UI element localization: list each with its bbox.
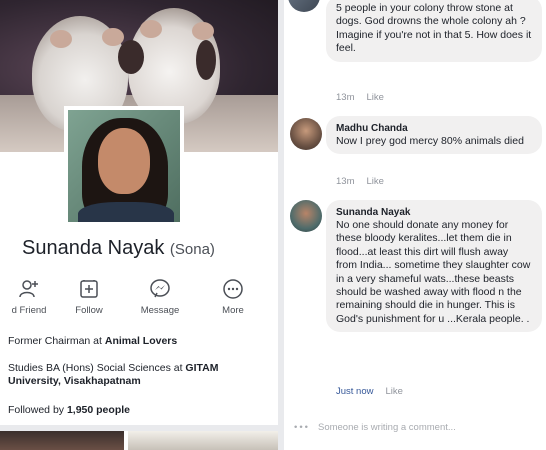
pig-ear xyxy=(102,28,124,46)
more-button[interactable]: More xyxy=(198,278,268,316)
comment-meta: Just now Like xyxy=(336,386,403,397)
message-label: Message xyxy=(140,305,180,316)
about-education-prefix: Studies BA (Hons) Social Sciences at xyxy=(8,362,186,374)
profile-panel: Sunanda Nayak (Sona) d Friend Follow Mes… xyxy=(0,0,278,450)
about-education: Studies BA (Hons) Social Sciences at GIT… xyxy=(8,362,270,388)
comment-time[interactable]: 13m xyxy=(336,92,354,103)
pig-ear xyxy=(192,22,214,40)
avatar-shirt xyxy=(78,202,174,222)
messenger-icon xyxy=(149,278,171,300)
comment-text: No one should donate any money for these… xyxy=(336,219,531,325)
comment-bubble: 5 people in your colony throw stone at d… xyxy=(326,0,542,62)
comment-bubble: Madhu Chanda Now I prey god mercy 80% an… xyxy=(326,116,542,155)
follow-label: Follow xyxy=(75,305,103,316)
commenter-name[interactable]: Sunanda Nayak xyxy=(336,206,532,219)
pig-ear xyxy=(50,30,72,48)
comment-like-link[interactable]: Like xyxy=(386,386,403,397)
comment-time[interactable]: Just now xyxy=(336,386,374,397)
comment-text: 5 people in your colony throw stone at d… xyxy=(336,2,532,55)
pig-dark-patch xyxy=(118,40,144,74)
follow-button[interactable]: Follow xyxy=(54,278,124,316)
commenter-avatar[interactable] xyxy=(288,0,320,12)
comment-like-link[interactable]: Like xyxy=(366,176,383,187)
message-button[interactable]: Message xyxy=(125,278,195,316)
pig-dark-patch xyxy=(196,40,216,80)
profile-name-text: Sunanda Nayak xyxy=(22,237,165,259)
more-icon xyxy=(222,278,244,300)
commenter-avatar[interactable] xyxy=(290,200,322,232)
comment-like-link[interactable]: Like xyxy=(366,92,383,103)
profile-picture[interactable] xyxy=(64,106,184,226)
typing-indicator: ••• Someone is writing a comment... xyxy=(294,422,456,433)
comment-time[interactable]: 13m xyxy=(336,176,354,187)
about-work: Former Chairman at Animal Lovers xyxy=(8,335,177,348)
comment-text: Now I prey god mercy 80% animals died xyxy=(336,135,524,147)
typing-dots-icon: ••• xyxy=(294,422,310,433)
about-work-link[interactable]: Animal Lovers xyxy=(105,335,177,347)
profile-action-bar: d Friend Follow Message More xyxy=(0,278,278,322)
more-label: More xyxy=(222,305,244,316)
typing-indicator-text: Someone is writing a comment... xyxy=(317,422,456,433)
photo-thumbnail[interactable] xyxy=(128,431,278,450)
avatar-face xyxy=(98,128,150,194)
about-followers-prefix: Followed by xyxy=(8,404,67,416)
pig-ear xyxy=(140,20,162,38)
commenter-avatar[interactable] xyxy=(290,118,322,150)
commenter-name[interactable]: Madhu Chanda xyxy=(336,122,532,135)
comments-panel: 5 people in your colony throw stone at d… xyxy=(284,0,546,450)
about-work-prefix: Former Chairman at xyxy=(8,335,105,347)
profile-nickname: (Sona) xyxy=(169,241,215,258)
comment-bubble: Sunanda Nayak No one should donate any m… xyxy=(326,200,542,333)
follow-icon xyxy=(78,278,100,300)
about-followers-count[interactable]: 1,950 people xyxy=(67,404,130,416)
add-friend-icon xyxy=(18,278,40,300)
comment-meta: 13m Like xyxy=(336,92,384,103)
comment-meta: 13m Like xyxy=(336,176,384,187)
profile-name: Sunanda Nayak (Sona) xyxy=(22,237,215,260)
about-followers: Followed by 1,950 people xyxy=(8,404,130,417)
photo-thumbnail[interactable] xyxy=(0,431,124,450)
